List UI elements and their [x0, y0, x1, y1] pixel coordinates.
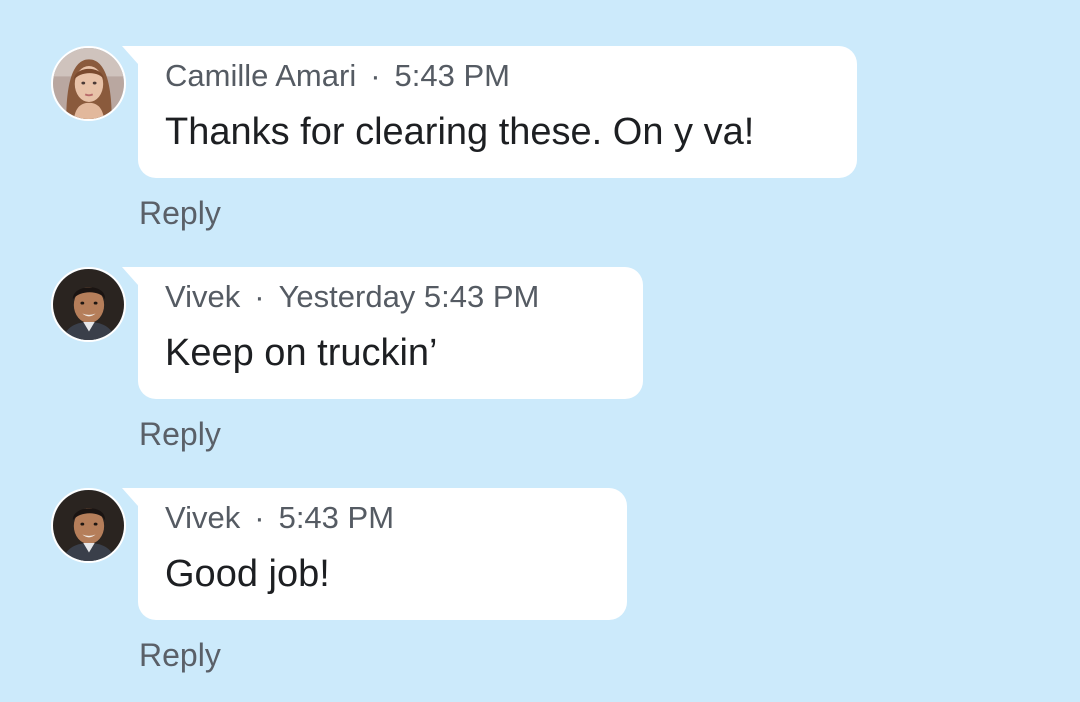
meta-separator: ·: [254, 500, 265, 535]
man-portrait-avatar-icon: [53, 490, 124, 561]
author-name[interactable]: Vivek: [165, 279, 240, 314]
timestamp: 5:43 PM: [394, 58, 510, 93]
man-portrait-avatar-icon: [53, 269, 124, 340]
comment-bubble: Vivek · Yesterday 5:43 PM Keep on truckin’: [122, 267, 643, 399]
meta-separator: ·: [370, 58, 381, 93]
comment-bubble: Camille Amari · 5:43 PM Thanks for clearin…: [122, 46, 857, 178]
woman-portrait-avatar-icon: [53, 48, 124, 119]
timestamp: 5:43 PM: [278, 500, 395, 535]
comment-meta: Vivek · 5:43 PM: [165, 500, 601, 536]
avatar[interactable]: [51, 267, 126, 342]
author-name[interactable]: Vivek: [165, 500, 240, 535]
reply-link[interactable]: Reply: [139, 416, 221, 452]
author-name[interactable]: Camille Amari: [165, 58, 356, 93]
avatar[interactable]: [51, 488, 126, 563]
comment-text: Thanks for clearing these. On y va!: [165, 111, 755, 153]
comment-text: Keep on truckin’: [165, 332, 438, 374]
comment-meta: Camille Amari · 5:43 PM: [165, 58, 831, 94]
comment-bubble: Vivek · 5:43 PM Good job!: [122, 488, 627, 620]
comment-text: Good job!: [165, 553, 330, 595]
meta-separator: ·: [254, 279, 265, 314]
reply-link[interactable]: Reply: [139, 195, 221, 231]
reply-link[interactable]: Reply: [139, 637, 221, 673]
avatar[interactable]: [51, 46, 126, 121]
comment-meta: Vivek · Yesterday 5:43 PM: [165, 279, 617, 315]
timestamp: Yesterday 5:43 PM: [278, 279, 540, 314]
